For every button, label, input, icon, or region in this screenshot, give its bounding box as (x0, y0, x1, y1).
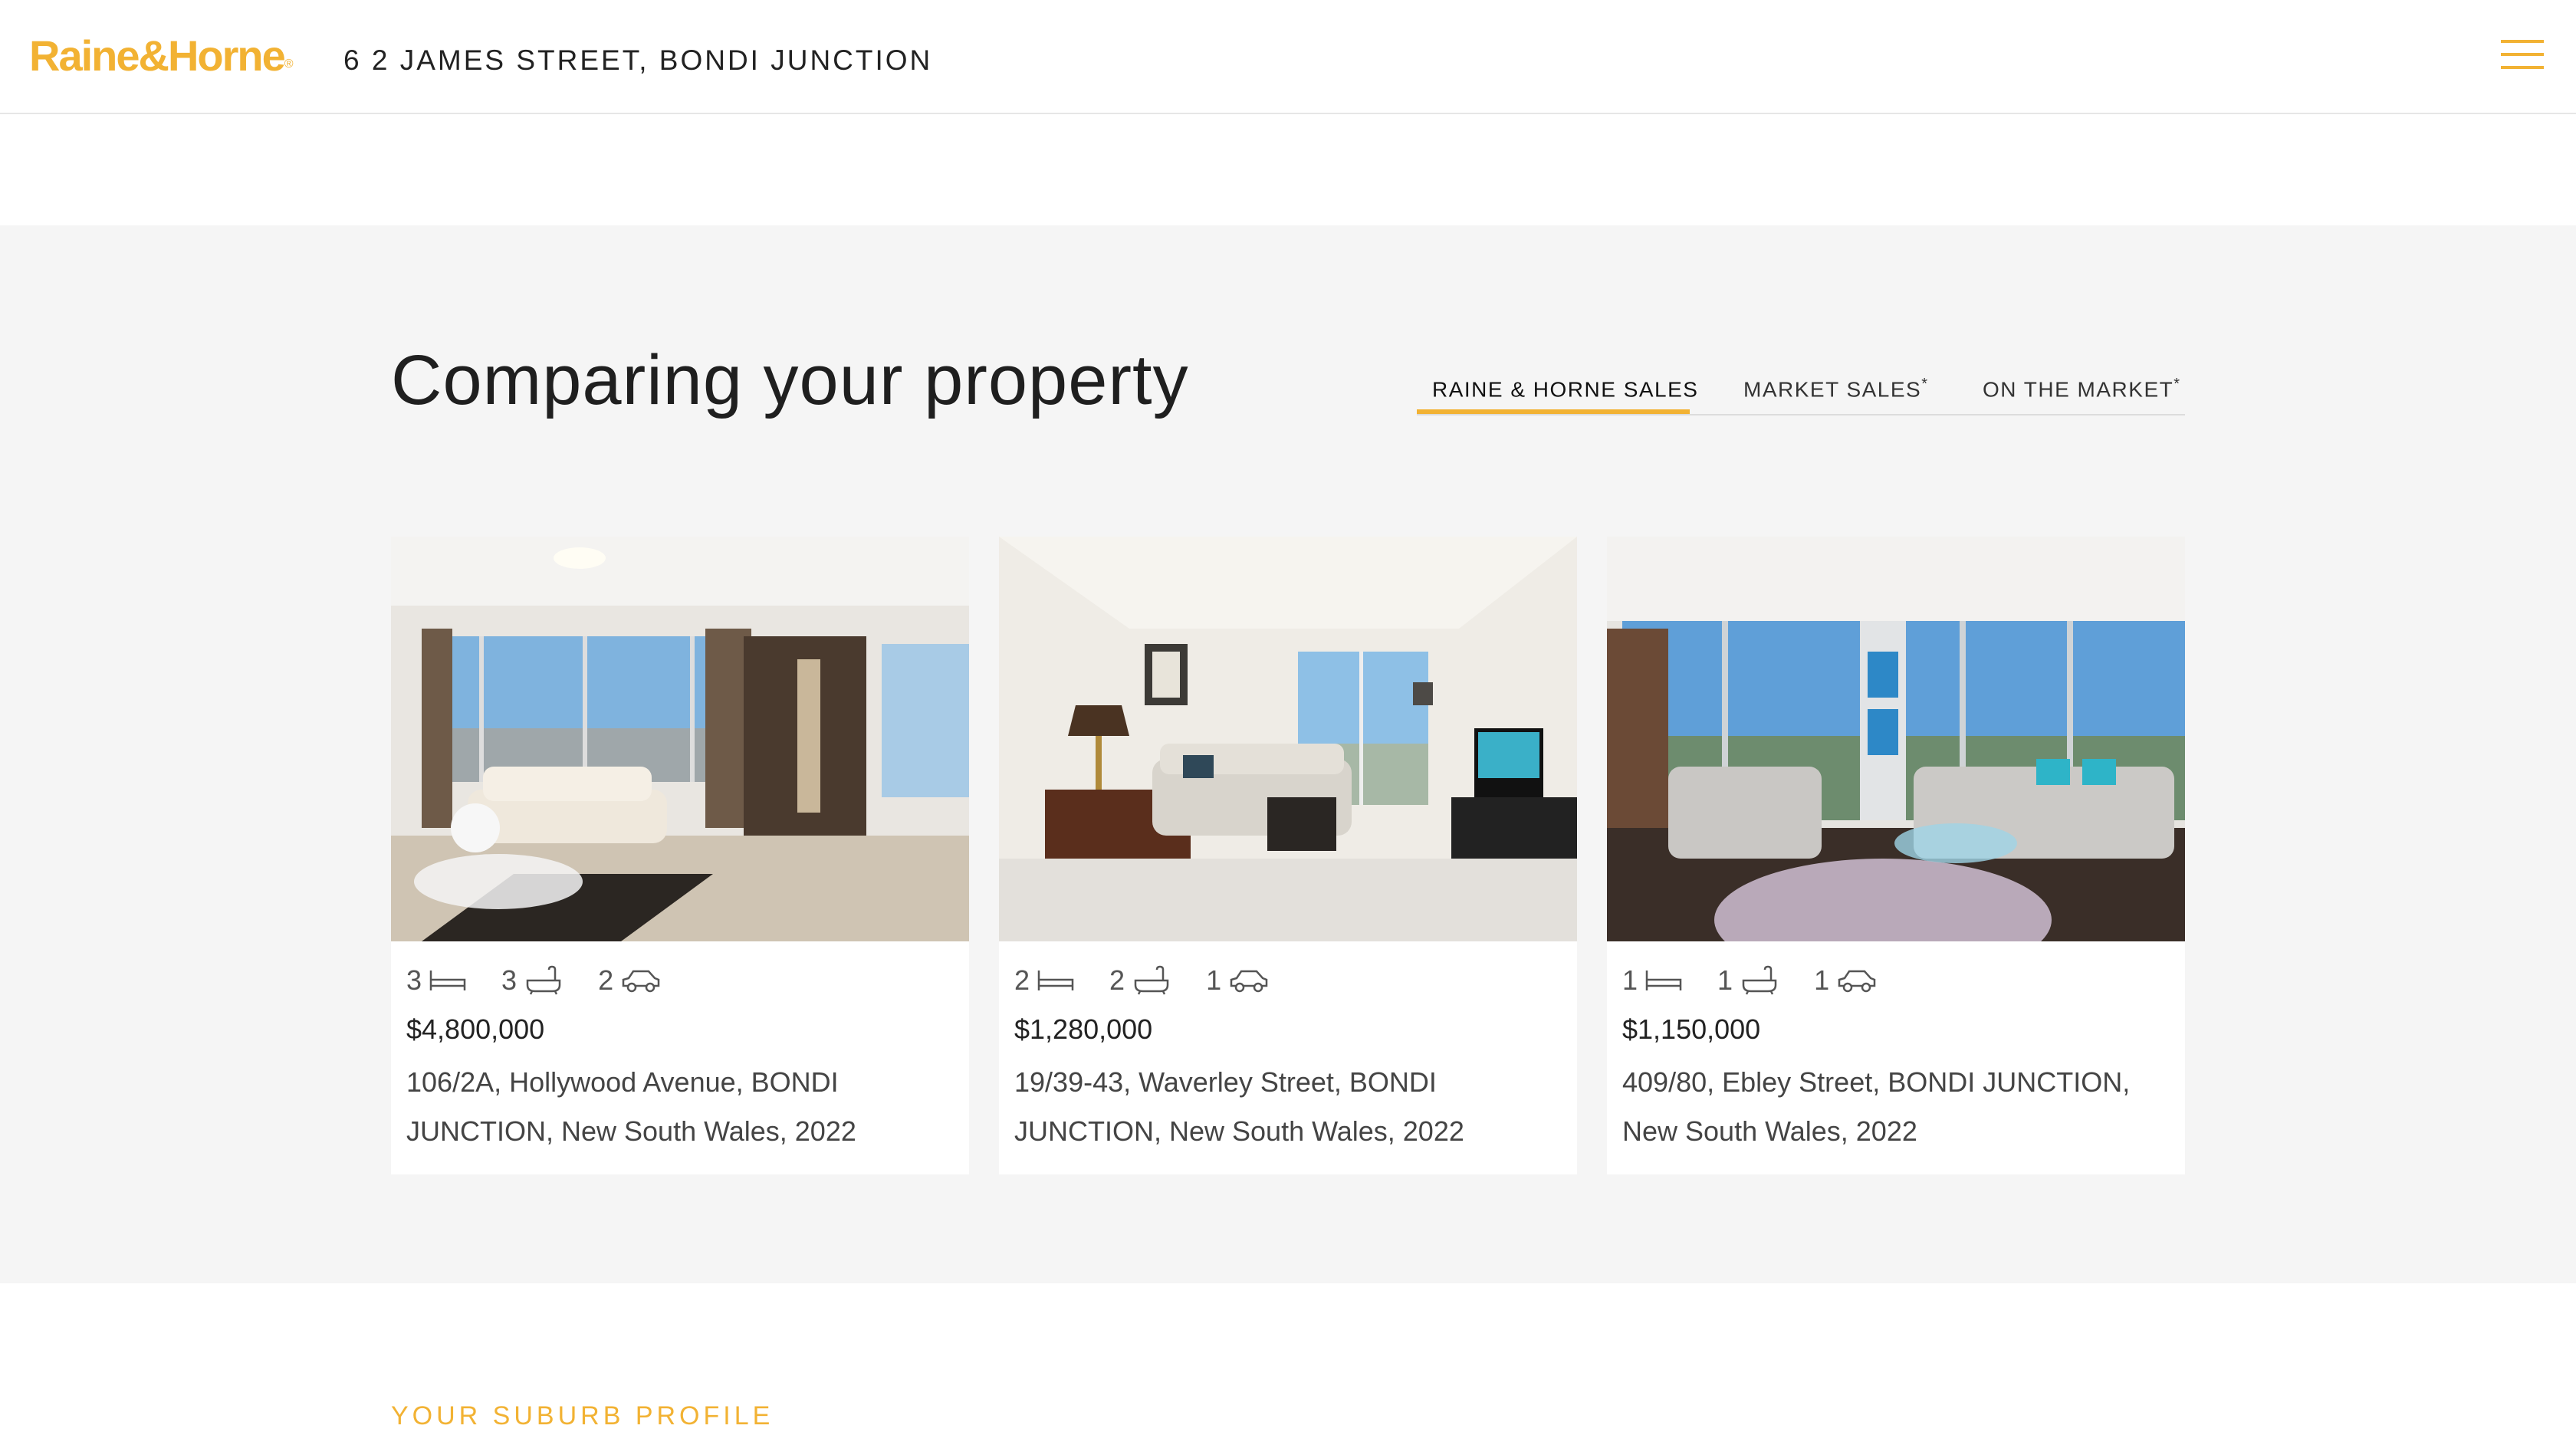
bath-count: 1 (1717, 964, 1733, 996)
section-title: Comparing your property (391, 341, 1189, 419)
tab-label: ON THE MARKET (1983, 377, 2174, 402)
bath-icon (1134, 965, 1169, 995)
tab-label: MARKET SALES (1743, 377, 1922, 402)
bedrooms: 1 (1622, 964, 1682, 997)
property-card[interactable]: 2 2 1 $1,280,000 19/39-43, Waverley Stre… (999, 537, 1577, 1174)
bedrooms: 3 (406, 964, 466, 997)
bath-icon (1742, 965, 1777, 995)
comparison-section: Comparing your property RAINE & HORNE SA… (0, 225, 2576, 1283)
car-spaces: 1 (1814, 964, 1877, 997)
logo-text: Raine&Horne (29, 31, 286, 80)
car-count: 2 (598, 964, 614, 996)
tab-on-the-market[interactable]: ON THE MARKET* (1983, 376, 2181, 402)
bed-icon (429, 971, 466, 990)
property-address: 19/39-43, Waverley Street, BONDI JUNCTIO… (1014, 1066, 1464, 1147)
bath-count: 2 (1109, 964, 1125, 996)
property-price: $1,280,000 (1014, 1013, 1153, 1045)
car-spaces: 2 (598, 964, 661, 997)
raine-horne-logo[interactable]: Raine&Horne® (29, 31, 294, 80)
bathrooms: 1 (1717, 964, 1779, 997)
property-price: $4,800,000 (406, 1013, 545, 1045)
bed-icon (1645, 971, 1682, 990)
logo-registered-mark: ® (284, 57, 294, 71)
hamburger-menu-icon[interactable] (2501, 40, 2544, 72)
property-address-title: 6 2 JAMES STREET, BONDI JUNCTION (343, 44, 933, 76)
bath-count: 3 (501, 964, 518, 996)
property-photo (1607, 537, 2185, 941)
property-features: 1 1 1 (1622, 964, 1904, 1003)
bed-count: 1 (1622, 964, 1638, 996)
menu-line (2501, 66, 2544, 69)
car-icon (1230, 970, 1268, 993)
property-features: 2 2 1 (1014, 964, 1296, 1003)
tab-asterisk: * (1921, 376, 1929, 392)
bed-icon (1037, 971, 1074, 990)
bathrooms: 3 (501, 964, 563, 997)
menu-line (2501, 53, 2544, 56)
property-features: 3 3 2 (406, 964, 688, 1003)
bathrooms: 2 (1109, 964, 1171, 997)
bed-count: 3 (406, 964, 422, 996)
property-photo (391, 537, 969, 941)
tab-label: RAINE & HORNE SALES (1432, 377, 1699, 402)
active-tab-indicator (1417, 409, 1690, 414)
property-card[interactable]: 1 1 1 $1,150,000 409/80, Ebley Street, B… (1607, 537, 2185, 1174)
tab-raine-horne-sales[interactable]: RAINE & HORNE SALES (1432, 376, 1698, 402)
tab-asterisk: * (2174, 376, 2181, 392)
site-header: Raine&Horne® 6 2 JAMES STREET, BONDI JUN… (0, 0, 2576, 114)
property-price: $1,150,000 (1622, 1013, 1761, 1045)
suburb-profile-heading: YOUR SUBURB PROFILE (391, 1401, 774, 1430)
menu-line (2501, 40, 2544, 43)
property-photo (999, 537, 1577, 941)
comparison-tabs: RAINE & HORNE SALES MARKET SALES* ON THE… (1417, 371, 2185, 415)
bedrooms: 2 (1014, 964, 1074, 997)
car-icon (622, 970, 660, 993)
car-count: 1 (1814, 964, 1830, 996)
car-count: 1 (1206, 964, 1222, 996)
bath-icon (526, 965, 561, 995)
bed-count: 2 (1014, 964, 1030, 996)
property-card[interactable]: 3 3 2 $4,800,000 106/2A, Hollywood Avenu… (391, 537, 969, 1174)
property-address: 409/80, Ebley Street, BONDI JUNCTION, Ne… (1622, 1066, 2131, 1147)
property-address: 106/2A, Hollywood Avenue, BONDI JUNCTION… (406, 1066, 856, 1147)
car-icon (1838, 970, 1876, 993)
property-cards: 3 3 2 $4,800,000 106/2A, Hollywood Avenu… (391, 537, 2185, 1174)
tab-market-sales[interactable]: MARKET SALES* (1743, 376, 1929, 402)
car-spaces: 1 (1206, 964, 1269, 997)
